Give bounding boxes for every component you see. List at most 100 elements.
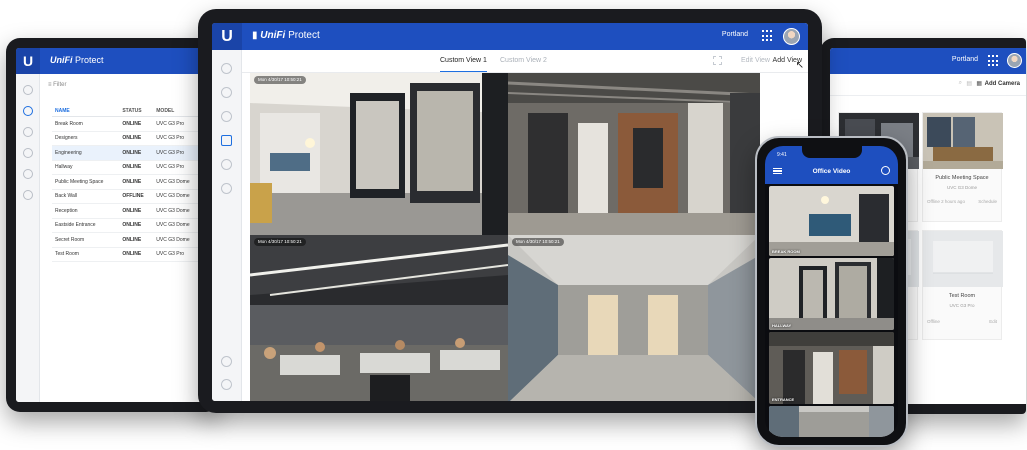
tab-custom-view-1[interactable]: Custom View 1 <box>440 57 487 72</box>
camera-feed[interactable]: Mon 4/30/17 10:50:21 <box>250 235 508 401</box>
list-view-icon[interactable]: ▤ <box>966 80 972 87</box>
main-sidebar <box>212 50 242 401</box>
phone-camera-feed[interactable] <box>769 406 894 437</box>
card-model: UVC G3 Pro <box>949 303 975 308</box>
live-view-icon[interactable] <box>221 135 232 146</box>
search-icon[interactable] <box>221 183 232 194</box>
unifi-logo-icon[interactable]: U <box>16 48 40 74</box>
filter-button[interactable]: ≡ Filter <box>48 82 67 88</box>
info-icon[interactable] <box>881 166 890 175</box>
column-status[interactable]: STATUS <box>119 106 154 117</box>
table-row[interactable]: Test Room ONLINE UVC G3 Pro <box>52 247 202 262</box>
main-top-bar: U ▮ UniFi Protect Portland <box>212 23 808 50</box>
dashboard-icon[interactable] <box>221 63 232 74</box>
users-icon[interactable] <box>22 127 33 137</box>
phone-camera-label: BREAK ROOM <box>772 249 800 254</box>
devices-icon[interactable] <box>22 106 33 116</box>
table-header: NAME STATUS MODEL <box>52 106 202 117</box>
main-tablet: U ▮ UniFi Protect Portland Custom View 1 <box>198 9 822 413</box>
video-icon[interactable] <box>22 148 33 158</box>
location-label[interactable]: Portland <box>722 31 748 38</box>
unifi-logo-icon[interactable]: U <box>212 23 242 50</box>
card-status: Offline <box>927 319 940 324</box>
left-top-bar: U UniFi Protect <box>16 48 210 74</box>
phone-camera-feed[interactable]: BREAK ROOM <box>769 186 894 256</box>
grid-view-icon[interactable]: ▦ <box>976 80 982 87</box>
card-model: UVC G3 Dome <box>946 185 977 190</box>
camera-image <box>769 406 894 437</box>
main-tablet-screen: U ▮ UniFi Protect Portland Custom View 1 <box>212 23 808 401</box>
table-row[interactable]: Reception ONLINE UVC G3 Dome <box>52 203 202 219</box>
location-label[interactable]: Portland <box>952 56 978 63</box>
cursor-icon: ↖ <box>795 60 804 71</box>
camera-status: ONLINE <box>119 247 154 262</box>
camera-card[interactable]: Public Meeting Space UVC G3 Dome Offline… <box>922 112 1003 222</box>
live-view-icon[interactable] <box>22 85 33 95</box>
camera-name: Test Room <box>52 247 120 262</box>
notifications-icon[interactable] <box>221 356 232 367</box>
camera-status: OFFLINE <box>119 189 154 204</box>
timeline-icon[interactable] <box>22 169 33 179</box>
camera-status: ONLINE <box>119 203 154 219</box>
view-tabs-bar: Custom View 1 Custom View 2 Edit View Ad… <box>242 50 808 73</box>
camera-card[interactable]: Test Room UVC G3 Pro Offline Edit <box>922 230 1003 340</box>
camera-timestamp: Mon 4/30/17 10:50:21 <box>254 238 306 246</box>
column-model[interactable]: MODEL <box>153 106 202 117</box>
tab-custom-view-2[interactable]: Custom View 2 <box>500 57 547 64</box>
card-action[interactable]: Schedule <box>978 199 997 204</box>
camera-status: ONLINE <box>119 145 154 161</box>
app-title: ▮ UniFi Protect <box>252 30 320 41</box>
table-row[interactable]: Secret Room ONLINE UVC G3 Dome <box>52 232 202 248</box>
camera-image <box>250 73 508 235</box>
camera-name: Engineering <box>52 145 120 161</box>
search-icon[interactable]: ⌕ <box>959 80 962 87</box>
camera-status: ONLINE <box>119 218 154 233</box>
apps-grid-icon[interactable] <box>988 55 1000 67</box>
status-time: 9:41 <box>777 152 787 158</box>
devices-icon[interactable] <box>221 87 232 98</box>
card-name: Test Room <box>948 293 976 299</box>
camera-thumbnail <box>923 231 1003 287</box>
camera-model: UVC G3 Pro <box>153 116 202 132</box>
card-status: Offline 2 hours ago <box>927 199 965 204</box>
phone-screen: 9:41 Office Video BREAK ROOM HALLWAY ENT… <box>765 146 898 437</box>
table-row[interactable]: Designers ONLINE UVC G3 Pro <box>52 131 202 146</box>
phone-camera-feed[interactable]: ENTRANCE <box>769 332 894 404</box>
camera-model: UVC G3 Pro <box>153 247 202 262</box>
camera-image <box>508 235 760 401</box>
column-name[interactable]: NAME <box>52 106 120 117</box>
product-name: Protect <box>75 55 104 65</box>
table-row[interactable]: Hallway ONLINE UVC G3 Pro <box>52 160 202 175</box>
phone-camera-feed[interactable]: HALLWAY <box>769 258 894 330</box>
camera-table: NAME STATUS MODEL Break Room ONLINE UVC G3… <box>52 106 202 262</box>
card-action[interactable]: Edit <box>989 319 997 324</box>
camera-feed[interactable] <box>508 73 760 235</box>
product-name: Protect <box>288 30 320 41</box>
app-title: UniFi Protect <box>50 55 104 65</box>
filter-label: Filter <box>53 82 67 88</box>
users-icon[interactable] <box>221 111 232 122</box>
camera-status: ONLINE <box>119 131 154 146</box>
edit-view-button[interactable]: Edit View <box>741 57 770 64</box>
table-row[interactable]: Engineering ONLINE UVC G3 Pro <box>52 145 202 161</box>
search-icon[interactable] <box>22 190 33 200</box>
timeline-icon[interactable] <box>221 159 232 170</box>
table-row[interactable]: Back Wall OFFLINE UVC G3 Dome <box>52 189 202 204</box>
camera-feed[interactable]: Mon 4/30/17 10:50:21 <box>250 73 508 235</box>
apps-grid-icon[interactable] <box>762 30 774 42</box>
camera-model: UVC G3 Dome <box>153 203 202 219</box>
camera-image <box>769 258 894 330</box>
avatar[interactable] <box>1007 53 1022 68</box>
camera-name: Hallway <box>52 160 120 175</box>
table-row[interactable]: Eastside Entrance ONLINE UVC G3 Dome <box>52 218 202 233</box>
table-row[interactable]: Public Meeting Space ONLINE UVC G3 Dome <box>52 174 202 190</box>
add-camera-button[interactable]: Add Camera <box>985 81 1020 87</box>
camera-feed[interactable]: Mon 4/30/17 10:50:21 <box>508 235 760 401</box>
camera-name: Reception <box>52 203 120 219</box>
right-top-bar: Portland <box>830 48 1026 74</box>
avatar[interactable] <box>783 28 800 45</box>
table-row[interactable]: Break Room ONLINE UVC G3 Pro <box>52 116 202 132</box>
fullscreen-icon[interactable] <box>713 56 722 65</box>
chat-icon[interactable] <box>221 379 232 390</box>
camera-thumbnail <box>923 113 1003 169</box>
